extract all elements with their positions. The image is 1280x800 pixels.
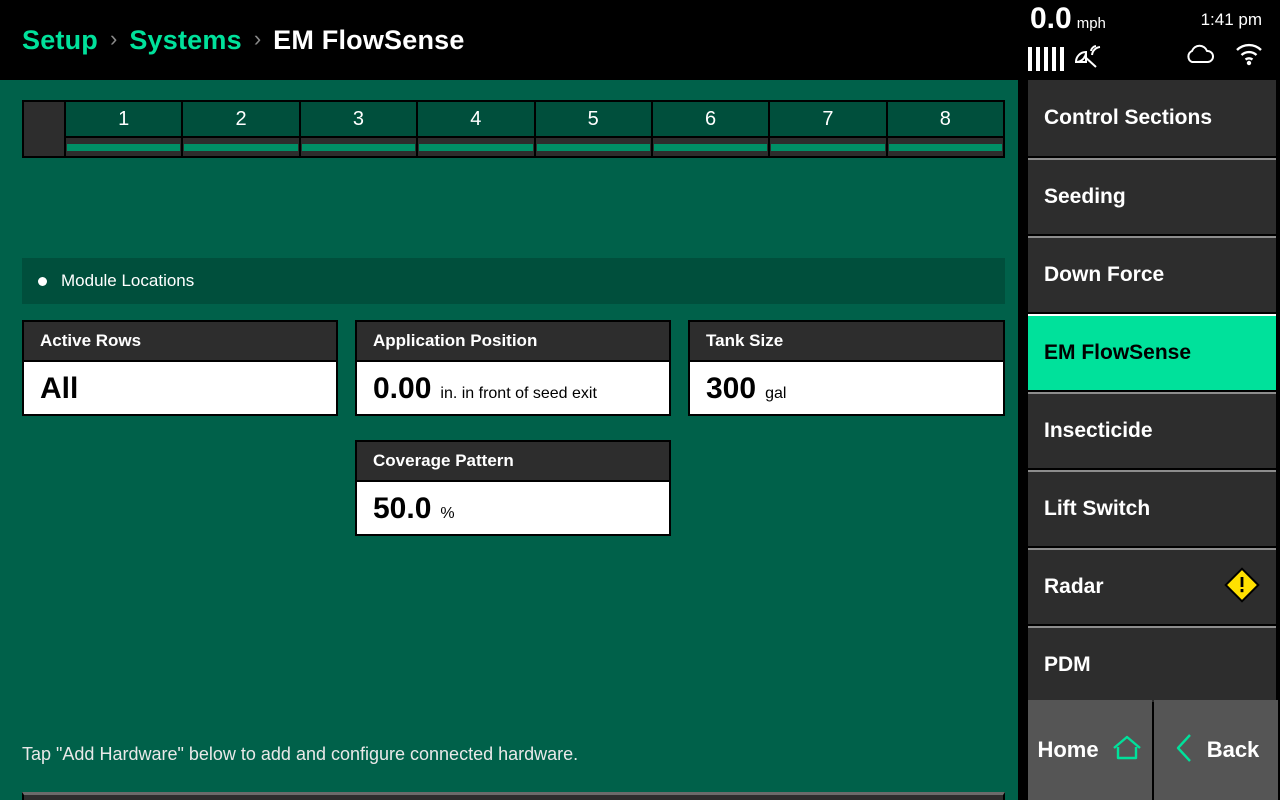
table-columns: 1 2 3 4 5 6 7 8 <box>66 102 1003 156</box>
column-number: 7 <box>770 102 886 138</box>
sidebar: Control Sections Seeding Down Force EM F… <box>1018 80 1280 800</box>
sidebar-item-seeding[interactable]: Seeding <box>1028 158 1276 234</box>
column-number: 8 <box>887 102 1003 138</box>
card-title: Application Position <box>357 322 669 360</box>
table-row[interactable]: 7 <box>768 102 886 156</box>
card-value: All <box>40 372 79 405</box>
column-status-bar <box>652 138 769 156</box>
table-row[interactable]: 8 <box>885 102 1003 156</box>
column-number: 3 <box>300 102 417 138</box>
card-body: 0.00 in. in front of seed exit <box>357 360 669 414</box>
sidebar-item-control-sections[interactable]: Control Sections <box>1028 80 1276 156</box>
sidebar-item-lift-switch[interactable]: Lift Switch <box>1028 470 1276 546</box>
row-section-table: 1 2 3 4 5 6 7 8 <box>22 100 1005 158</box>
sidebar-item-label: Down Force <box>1044 263 1165 286</box>
card-body: 300 gal <box>690 360 1003 414</box>
chevron-right-icon: › <box>110 25 118 51</box>
card-unit: gal <box>765 385 787 402</box>
clock: 1:41 pm <box>1200 10 1262 29</box>
speed-readout: 0.0 mph <box>1030 4 1106 34</box>
column-number: 6 <box>652 102 769 138</box>
card-active-rows[interactable]: Active Rows All <box>22 320 338 416</box>
add-hardware-button[interactable]: Add Hardware <box>22 792 1005 800</box>
status-bar: 0.0 mph 1:41 pm <box>1010 0 1280 80</box>
table-row[interactable]: 6 <box>650 102 769 156</box>
sidebar-item-insecticide[interactable]: Insecticide <box>1028 392 1276 468</box>
breadcrumb-item-systems[interactable]: Systems <box>129 25 241 56</box>
chevron-left-icon <box>1173 732 1195 769</box>
breadcrumb: Setup › Systems › EM FlowSense <box>22 0 465 80</box>
table-row[interactable]: 2 <box>181 102 299 156</box>
cloud-icon <box>1183 42 1217 71</box>
sidebar-item-pdm[interactable]: PDM <box>1028 626 1276 702</box>
card-tank-size[interactable]: Tank Size 300 gal <box>688 320 1005 416</box>
sidebar-item-label: Insecticide <box>1044 419 1153 442</box>
column-status-bar <box>535 138 651 156</box>
card-body: 50.0 % <box>357 480 669 534</box>
card-body: All <box>24 360 336 414</box>
page-title: EM FlowSense <box>273 24 465 55</box>
card-coverage-pattern[interactable]: Coverage Pattern 50.0 % <box>355 440 671 536</box>
sidebar-item-down-force[interactable]: Down Force <box>1028 236 1276 312</box>
hint-text: Tap "Add Hardware" below to add and conf… <box>22 744 579 764</box>
column-number: 2 <box>183 102 299 138</box>
bullet-icon <box>38 276 47 286</box>
sidebar-item-label: Seeding <box>1044 185 1126 208</box>
card-title: Coverage Pattern <box>357 442 669 480</box>
chevron-right-icon: › <box>253 25 262 51</box>
column-status-bar <box>887 138 1003 156</box>
warning-icon <box>1224 566 1260 608</box>
gps-satellite-icon <box>1072 42 1102 75</box>
column-status-bar <box>183 138 299 156</box>
sidebar-item-label: Radar <box>1044 575 1104 598</box>
table-row[interactable]: 1 <box>66 102 182 156</box>
table-row[interactable]: 3 <box>298 102 417 156</box>
main-content: 1 2 3 4 5 6 7 8 Module Locations Active … <box>0 80 1018 800</box>
module-locations-row[interactable]: Module Locations <box>22 258 1005 304</box>
top-bar: Setup › Systems › EM FlowSense 0.0 mph 1… <box>0 0 1280 80</box>
sidebar-item-em-flowsense[interactable]: EM FlowSense <box>1028 314 1276 390</box>
column-status-bar <box>770 138 886 156</box>
signal-bars-icon <box>1028 46 1064 71</box>
card-title: Tank Size <box>690 322 1003 360</box>
column-number: 1 <box>66 102 182 138</box>
home-label: Home <box>1037 737 1099 762</box>
card-unit: % <box>440 505 455 522</box>
back-button[interactable]: Back <box>1154 700 1278 800</box>
home-icon <box>1111 734 1143 767</box>
card-value: 0.00 <box>373 372 432 405</box>
card-value: 300 <box>706 372 757 405</box>
table-row[interactable]: 4 <box>416 102 534 156</box>
column-number: 5 <box>535 102 651 138</box>
table-row[interactable]: 5 <box>533 102 651 156</box>
card-value: 50.0 <box>373 492 432 525</box>
card-unit: in. in front of seed exit <box>440 385 597 402</box>
card-application-position[interactable]: Application Position 0.00 in. in front o… <box>355 320 671 416</box>
back-label: Back <box>1206 737 1260 762</box>
breadcrumb-item-setup[interactable]: Setup <box>22 25 98 56</box>
sidebar-item-label: PDM <box>1044 653 1091 676</box>
speed-unit: mph <box>1076 15 1106 32</box>
home-button[interactable]: Home <box>1028 700 1152 800</box>
sidebar-nav: Control Sections Seeding Down Force EM F… <box>1028 80 1276 704</box>
wifi-icon <box>1234 42 1264 71</box>
gps-signal-indicator <box>1028 42 1102 75</box>
speed-value: 0.0 <box>1030 2 1072 35</box>
sidebar-item-label: Lift Switch <box>1044 497 1151 520</box>
card-title: Active Rows <box>24 322 336 360</box>
sidebar-item-label: Control Sections <box>1044 106 1213 129</box>
column-number: 4 <box>418 102 534 138</box>
column-status-bar <box>66 138 182 156</box>
sidebar-footer: Home Back <box>1028 700 1278 800</box>
module-locations-label: Module Locations <box>61 271 195 290</box>
table-corner-cell <box>24 102 66 156</box>
column-status-bar <box>300 138 417 156</box>
sidebar-item-label: EM FlowSense <box>1044 341 1192 364</box>
column-status-bar <box>418 138 534 156</box>
app-screen: Setup › Systems › EM FlowSense 0.0 mph 1… <box>0 0 1280 800</box>
sidebar-item-radar[interactable]: Radar <box>1028 548 1276 624</box>
